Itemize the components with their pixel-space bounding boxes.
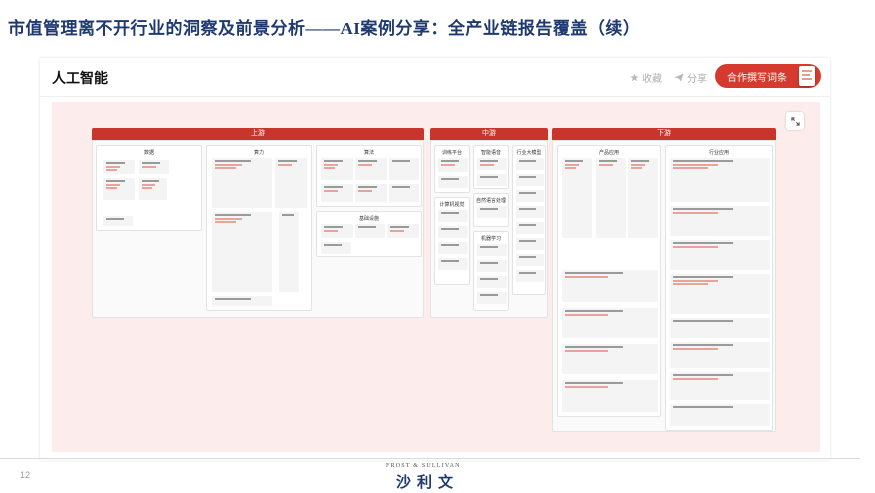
stage-midstream: 中游	[430, 128, 548, 140]
panel-industry-applications[interactable]: 行业应用	[665, 145, 773, 431]
logo-english: FROST & SULLIVAN	[386, 463, 461, 469]
panel-training-platform[interactable]: 训练平台	[434, 145, 470, 193]
panel-speech[interactable]: 智能语音	[473, 145, 509, 189]
panel-industry-llm-title: 行业大模型	[516, 150, 542, 156]
footer-divider	[0, 458, 860, 459]
panel-algorithm-title: 算法	[363, 150, 374, 156]
app-title: 人工智能	[52, 70, 108, 86]
panel-industry-llm[interactable]: 行业大模型	[512, 145, 546, 295]
panel-nlp[interactable]: 自然语言处理	[473, 193, 509, 227]
logo-chinese: 沙利文	[396, 474, 460, 491]
panel-product-applications[interactable]: 产品应用	[557, 145, 661, 417]
panel-product-applications-title: 产品应用	[598, 150, 619, 156]
favorite-label: 收藏	[642, 74, 662, 85]
panel-ml-title: 机器学习	[480, 236, 501, 242]
panel-compute-title: 算力	[253, 150, 264, 156]
share-icon	[674, 73, 684, 82]
panel-industry-applications-title: 行业应用	[708, 150, 729, 156]
panel-algorithm[interactable]: 算法	[316, 145, 422, 207]
panel-training-platform-title: 训练平台	[441, 150, 462, 156]
panel-data-title: 数据	[143, 150, 154, 156]
app-window: 人工智能 收藏 分享 合作撰写词条 上游 数据 算力 算法 基础设施 中游 训练…	[40, 58, 830, 460]
panel-infrastructure-title: 基础设施	[358, 216, 379, 222]
panel-nlp-title: 自然语言处理	[475, 198, 506, 204]
app-header: 人工智能 收藏 分享 合作撰写词条	[40, 58, 830, 97]
stage-upstream: 上游	[92, 128, 424, 140]
panel-data[interactable]: 数据	[96, 145, 202, 231]
panel-cv-title: 计算机视觉	[439, 202, 465, 208]
panel-infrastructure[interactable]: 基础设施	[316, 211, 422, 257]
panel-ml[interactable]: 机器学习	[473, 231, 509, 311]
panel-speech-title: 智能语音	[480, 150, 501, 156]
favorite-button[interactable]: 收藏	[630, 70, 662, 85]
share-label: 分享	[687, 74, 707, 85]
share-button[interactable]: 分享	[674, 70, 707, 85]
expand-icon[interactable]	[786, 112, 804, 130]
panel-cv[interactable]: 计算机视觉	[434, 197, 470, 285]
cta-label: 合作撰写词条	[727, 72, 787, 84]
panel-compute[interactable]: 算力	[206, 145, 312, 311]
star-icon	[630, 73, 639, 82]
document-icon	[799, 66, 815, 86]
industry-chain-map[interactable]: 上游 数据 算力 算法 基础设施 中游 训练平台 计算机视觉 智能语音 自然语言…	[52, 102, 820, 452]
co-author-entry-button[interactable]: 合作撰写词条	[715, 64, 821, 88]
slide-title: 市值管理离不开行业的洞察及前景分析——AI案例分享：全产业链报告覆盖（续）	[8, 19, 641, 38]
stage-upstream-body: 数据 算力 算法 基础设施	[92, 140, 424, 318]
stage-downstream: 下游	[552, 128, 776, 140]
stage-downstream-body: 产品应用 行业应用	[552, 140, 776, 432]
stage-midstream-body: 训练平台 计算机视觉 智能语音 自然语言处理 机器学习 行业大模型	[430, 140, 548, 318]
page-number: 12	[20, 470, 31, 480]
